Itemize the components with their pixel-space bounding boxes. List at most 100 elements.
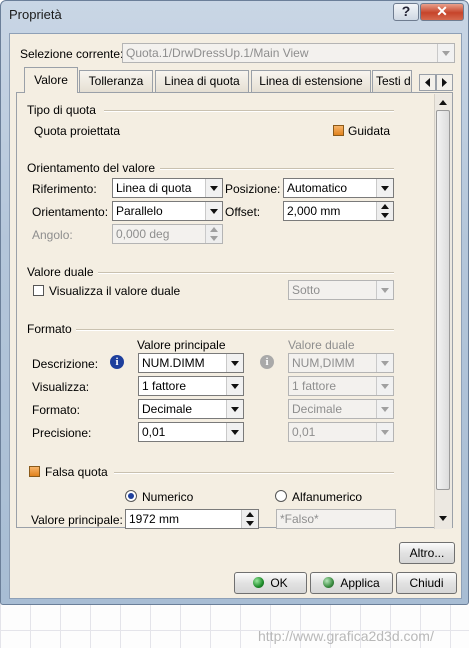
angle-label: Angolo: — [32, 228, 73, 242]
properties-dialog: Proprietà ? ✕ Selezione corrente: Quota.… — [0, 0, 469, 605]
dimension-type-label: Quota proiettata — [34, 124, 121, 138]
divider — [98, 272, 394, 274]
chevron-left-icon — [425, 78, 430, 87]
dual-format-select[interactable]: Decimale — [288, 399, 394, 419]
main-display-select[interactable]: 1 fattore — [138, 376, 244, 396]
selection-label: Selezione corrente: — [20, 47, 124, 61]
chevron-down-icon — [376, 377, 393, 395]
orientation-value: Parallelo — [116, 204, 163, 218]
chevron-down-icon — [376, 400, 393, 418]
angle-value: 0,000 deg — [116, 227, 170, 241]
spinner-arrows-icon[interactable] — [376, 202, 393, 220]
chevron-down-icon — [226, 354, 243, 372]
dual-display-value: 1 fattore — [292, 379, 337, 393]
scroll-down-icon[interactable] — [438, 514, 448, 524]
scroll-up-icon[interactable] — [438, 97, 448, 107]
info-icon[interactable]: i — [260, 355, 274, 369]
chevron-right-icon — [442, 78, 447, 87]
tab-scroll-right-button[interactable] — [436, 74, 453, 91]
scrollbar-thumb[interactable] — [436, 110, 450, 490]
angle-spinner[interactable]: 0,000 deg — [112, 224, 223, 244]
apply-label: Applica — [340, 576, 380, 590]
window-title: Proprietà — [9, 7, 62, 22]
group-title-formato: Formato — [27, 322, 72, 336]
position-select[interactable]: Automatico — [283, 178, 394, 198]
apply-icon — [323, 577, 335, 588]
ok-label: OK — [270, 576, 288, 590]
dual-description-select[interactable]: NUM,DIMM — [288, 353, 394, 373]
chevron-down-icon — [437, 44, 454, 62]
numeric-radio[interactable] — [125, 490, 137, 502]
main-format-value: Decimale — [142, 402, 193, 416]
watermark: http://www.grafica2d3d.com/ — [258, 628, 434, 644]
fake-alpha-value: *Falso* — [280, 512, 319, 526]
main-precision-value: 0,01 — [142, 425, 166, 439]
dual-position-value: Sotto — [292, 283, 321, 297]
tab-linea-di-quota[interactable]: Linea di quota — [155, 70, 249, 92]
fake-main-value: 1972 mm — [129, 512, 180, 526]
tab-panel-valore — [16, 92, 453, 528]
selection-value: Quota.1/DrwDressUp.1/Main View — [126, 46, 309, 60]
reference-select[interactable]: Linea di quota — [112, 178, 223, 198]
panel-scrollbar[interactable] — [434, 94, 452, 529]
spinner-arrows-icon[interactable] — [241, 510, 258, 528]
show-dual-value-checkbox[interactable] — [33, 285, 44, 296]
apply-button[interactable]: Applica — [310, 572, 393, 594]
main-display-value: 1 fattore — [142, 379, 187, 393]
dual-display-select[interactable]: 1 fattore — [288, 376, 394, 396]
main-format-select[interactable]: Decimale — [138, 399, 244, 419]
help-button[interactable]: ? — [393, 3, 419, 21]
dual-position-select[interactable]: Sotto — [288, 280, 394, 300]
reference-label: Riferimento: — [32, 182, 97, 196]
chevron-down-icon — [226, 423, 243, 441]
dual-format-value: Decimale — [292, 402, 343, 416]
fake-alpha-value-field[interactable]: *Falso* — [276, 509, 396, 529]
close-window-button[interactable]: ✕ — [420, 3, 464, 21]
fake-dimension-label: Falsa quota — [45, 465, 108, 479]
alphanumeric-radio[interactable] — [275, 490, 287, 502]
orientation-label: Orientamento: — [32, 205, 109, 219]
selection-combo[interactable]: Quota.1/DrwDressUp.1/Main View — [122, 43, 455, 63]
close-button[interactable]: Chiudi — [396, 572, 457, 594]
chevron-down-icon — [376, 281, 393, 299]
position-label: Posizione: — [225, 182, 281, 196]
main-precision-select[interactable]: 0,01 — [138, 422, 244, 442]
chevron-down-icon — [376, 179, 393, 197]
offset-spinner[interactable]: 2,000 mm — [283, 201, 394, 221]
tab-linea-di-estensione[interactable]: Linea di estensione — [251, 70, 371, 92]
fake-main-value-label: Valore principale: — [31, 513, 123, 527]
group-title-tipo-di-quota: Tipo di quota — [27, 103, 96, 117]
guided-label: Guidata — [348, 124, 391, 138]
chevron-down-icon — [376, 423, 393, 441]
tab-tolleranza[interactable]: Tolleranza — [79, 70, 153, 92]
dialog-client-area: Selezione corrente: Quota.1/DrwDressUp.1… — [9, 33, 462, 599]
tab-testi[interactable]: Testi d — [372, 70, 412, 92]
guided-checkbox[interactable] — [333, 125, 344, 136]
chevron-down-icon — [226, 377, 243, 395]
main-value-header: Valore principale — [137, 338, 226, 352]
ok-button[interactable]: OK — [234, 572, 307, 594]
chevron-down-icon — [226, 400, 243, 418]
alphanumeric-label: Alfanumerico — [292, 490, 363, 504]
offset-value: 2,000 mm — [287, 204, 341, 218]
more-button[interactable]: Altro... — [399, 542, 455, 564]
orientation-select[interactable]: Parallelo — [112, 201, 223, 221]
tab-scroll-left-button[interactable] — [419, 74, 436, 91]
dual-precision-select[interactable]: 0,01 — [288, 422, 394, 442]
reference-value: Linea di quota — [116, 181, 192, 195]
tab-valore[interactable]: Valore — [24, 67, 78, 93]
spinner-arrows-icon[interactable] — [205, 225, 222, 243]
main-description-value: NUM.DIMM — [142, 356, 205, 370]
info-icon[interactable]: i — [110, 355, 124, 369]
group-title-valore-duale: Valore duale — [27, 265, 94, 279]
fake-dimension-checkbox[interactable] — [29, 466, 40, 477]
divider — [114, 472, 394, 474]
group-title-orientamento: Orientamento del valore — [27, 161, 156, 175]
fake-main-value-spinner[interactable]: 1972 mm — [125, 509, 259, 529]
divider — [104, 110, 394, 112]
ok-icon — [253, 577, 265, 588]
main-description-select[interactable]: NUM.DIMM — [138, 353, 244, 373]
position-value: Automatico — [287, 181, 348, 195]
dual-description-value: NUM,DIMM — [292, 356, 355, 370]
show-dual-value-label: Visualizza il valore duale — [49, 284, 181, 298]
